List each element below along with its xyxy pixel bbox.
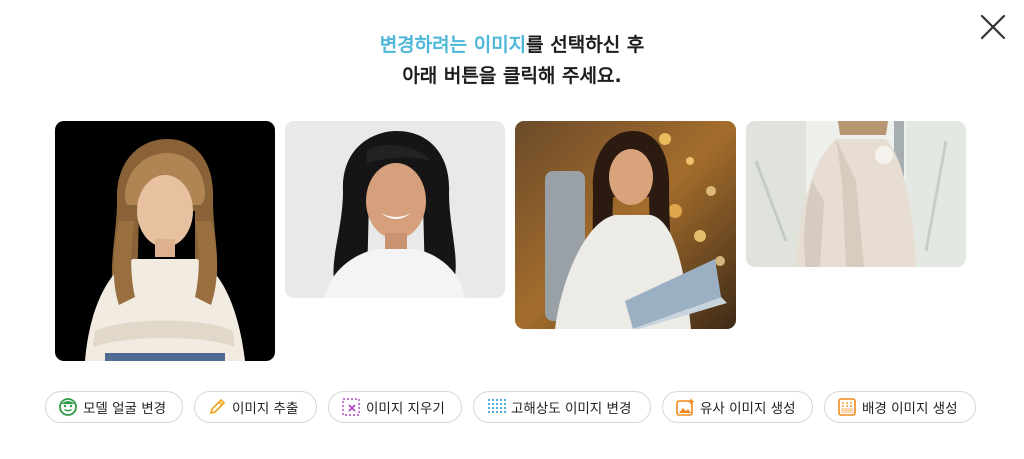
- pencil-icon: [207, 397, 227, 417]
- change-model-face-label: 모델 얼굴 변경: [83, 401, 167, 417]
- heading-line1-rest: 를 선택하신 후: [526, 34, 645, 56]
- erase-icon: [341, 397, 361, 417]
- dot-grid-icon: [486, 397, 506, 417]
- generate-background-label: 배경 이미지 생성: [862, 401, 958, 417]
- upscale-image-button[interactable]: 고해상도 이미지 변경: [473, 391, 651, 423]
- image-card-1[interactable]: [55, 121, 275, 361]
- erase-image-label: 이미지 지우기: [366, 401, 445, 417]
- image-card-3[interactable]: [515, 121, 736, 329]
- similar-image-button[interactable]: 유사 이미지 생성: [662, 391, 813, 423]
- model-photo-laptop-bokeh: [515, 121, 736, 329]
- model-photo-jacket-outdoor: [746, 121, 966, 267]
- heading-highlight: 변경하려는 이미지: [379, 34, 527, 56]
- image-card-2[interactable]: [285, 121, 505, 298]
- image-sparkle-icon: [675, 397, 695, 417]
- instruction-heading: 변경하려는 이미지를 선택하신 후 아래 버튼을 클릭해 주세요.: [0, 30, 1024, 92]
- extract-image-label: 이미지 추출: [232, 401, 299, 417]
- background-icon: [837, 397, 857, 417]
- image-card-4[interactable]: [746, 121, 966, 267]
- face-icon: [58, 397, 78, 417]
- erase-image-button[interactable]: 이미지 지우기: [328, 391, 462, 423]
- heading-line2: 아래 버튼을 클릭해 주세요.: [402, 65, 622, 87]
- model-photo-gray-background: [285, 121, 505, 298]
- extract-image-button[interactable]: 이미지 추출: [194, 391, 317, 423]
- similar-image-label: 유사 이미지 생성: [700, 401, 796, 417]
- model-photo-black-background: [55, 121, 275, 361]
- generate-background-button[interactable]: 배경 이미지 생성: [824, 391, 976, 423]
- upscale-image-label: 고해상도 이미지 변경: [511, 401, 632, 417]
- change-model-face-button[interactable]: 모델 얼굴 변경: [45, 391, 183, 423]
